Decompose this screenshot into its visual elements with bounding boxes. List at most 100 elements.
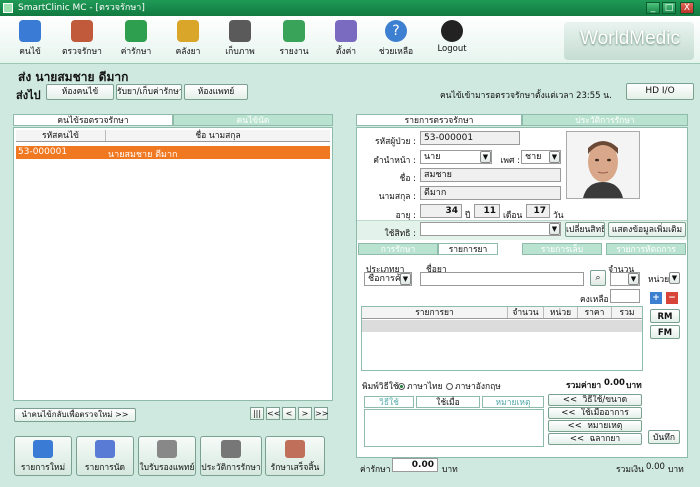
rights-select[interactable] bbox=[420, 222, 561, 236]
new-visit-button[interactable]: รายการใหม่ bbox=[14, 436, 72, 476]
button-label: ฉลากยา bbox=[589, 434, 621, 444]
spinner-icon[interactable]: ▼ bbox=[628, 273, 639, 285]
handshake-icon bbox=[285, 440, 305, 458]
toolbar-pharmacy-button[interactable]: คลังยา bbox=[162, 20, 214, 62]
medical-certificate-button[interactable]: ใบรับรองแพทย์ bbox=[138, 436, 196, 476]
add-icon[interactable]: + bbox=[650, 292, 662, 304]
usage-textarea[interactable] bbox=[364, 409, 544, 447]
tab-medicine-list[interactable]: รายการยา bbox=[438, 243, 498, 255]
new-document-icon bbox=[33, 440, 53, 458]
toolbar-label: คนไข้ bbox=[19, 47, 41, 57]
chevron-down-icon[interactable]: ▼ bbox=[549, 151, 560, 163]
appointment-list-button[interactable]: รายการนัด bbox=[76, 436, 134, 476]
rights-label: ใช้สิทธิ : bbox=[384, 229, 416, 239]
prefix-label: คำนำหน้า : bbox=[373, 156, 416, 166]
toolbar-report-button[interactable]: รายงาน bbox=[268, 20, 320, 62]
tab-nail-list[interactable]: รายการเล็บ bbox=[522, 243, 602, 255]
settings-icon bbox=[335, 20, 357, 42]
close-button[interactable]: X bbox=[680, 2, 694, 14]
treatment-history-button[interactable]: ประวัติการรักษา bbox=[200, 436, 262, 476]
use-when-symptom-button[interactable]: << ใช้เมื่ออาการ bbox=[548, 407, 642, 419]
col-patient-name: ชื่อ นามสกุล bbox=[195, 131, 241, 141]
tab-waiting-patients[interactable]: คนไข้รอตรวจรักษา bbox=[13, 114, 173, 126]
tab-usage[interactable]: วิธีใช้ bbox=[364, 396, 414, 408]
thai-radio[interactable]: ภาษาไทย bbox=[396, 379, 443, 393]
tab-use-when[interactable]: ใช้เมื่อ bbox=[416, 396, 480, 408]
last-page-button[interactable]: >> bbox=[314, 407, 328, 420]
toolbar-label: Logout bbox=[437, 44, 467, 54]
save-button[interactable]: บันทึก bbox=[648, 430, 680, 444]
send-to-label: ส่งไป bbox=[16, 89, 41, 102]
finish-treatment-button[interactable]: รักษาเสร็จสิ้น bbox=[265, 436, 325, 476]
usage-dosage-button[interactable]: << วิธีใช้/ขนาด bbox=[548, 394, 642, 406]
fee-input[interactable]: 0.00 bbox=[392, 458, 438, 472]
toolbar-label: ตั้งค่า bbox=[335, 47, 357, 57]
show-more-info-button[interactable]: แสดงข้อมูลเพิ่มเติม bbox=[608, 222, 686, 237]
grand-total-label: รวมเงิน bbox=[616, 465, 644, 475]
patient-id-label: รหัสผู้ป่วย : bbox=[374, 137, 416, 147]
toolbar-examine-button[interactable]: ตรวจรักษา bbox=[56, 20, 108, 62]
chevron-down-icon[interactable]: ▼ bbox=[549, 223, 560, 235]
tab-treatment-history[interactable]: ประวัติการรักษา bbox=[522, 114, 688, 126]
chevron-down-icon[interactable]: ▼ bbox=[480, 151, 491, 163]
tab-remark[interactable]: หมายเหตุ bbox=[482, 396, 544, 408]
doctor-icon bbox=[71, 20, 93, 42]
hd-io-button[interactable]: HD I/O bbox=[626, 83, 694, 100]
toolbar-help-button[interactable]: ? ช่วยเหลือ bbox=[370, 20, 422, 62]
tab-examination-list[interactable]: รายการตรวจรักษา bbox=[356, 114, 522, 126]
firstname-field[interactable]: สมชาย bbox=[420, 168, 561, 182]
button-label: วิธีใช้/ขนาด bbox=[582, 395, 628, 405]
tab-treatment[interactable]: การรักษา bbox=[358, 243, 438, 255]
next-button[interactable]: > bbox=[298, 407, 312, 420]
remark-button[interactable]: << หมายเหตุ bbox=[548, 420, 642, 432]
prev-button[interactable]: < bbox=[282, 407, 296, 420]
tab-appointment-patients[interactable]: คนไข้นัด bbox=[173, 114, 333, 126]
tab-procedure-list[interactable]: รายการหัตถการ bbox=[606, 243, 686, 255]
row-patient-code: 53-000001 bbox=[18, 147, 68, 157]
chevron-down-icon[interactable]: ▼ bbox=[400, 273, 411, 285]
med-total-value: 0.00 bbox=[604, 378, 625, 388]
col-med-name: รายการยา bbox=[362, 307, 508, 318]
bring-back-patient-button[interactable]: นำคนไข้กลับเพื่อตรวจใหม่ >> bbox=[14, 408, 136, 422]
help-icon: ? bbox=[385, 20, 407, 42]
rm-button[interactable]: RM bbox=[650, 309, 680, 323]
first-page-button[interactable]: ||| bbox=[250, 407, 264, 420]
maximize-button[interactable]: □ bbox=[662, 2, 676, 14]
prev-page-button[interactable]: << bbox=[266, 407, 280, 420]
toolbar-logout-button[interactable]: Logout bbox=[426, 20, 478, 62]
patient-icon bbox=[19, 20, 41, 42]
send-doctor-room-button[interactable]: ห้องแพทย์ bbox=[184, 84, 248, 100]
fm-button[interactable]: FM bbox=[650, 325, 680, 339]
lastname-field[interactable]: ดีมาก bbox=[420, 186, 561, 200]
patient-photo bbox=[566, 131, 640, 199]
table-row[interactable]: 53-000001 นายสมชาย ดีมาก bbox=[16, 146, 330, 160]
age-months-field: 11 bbox=[474, 204, 500, 218]
button-label: ใช้เมื่ออาการ bbox=[580, 408, 629, 418]
button-label: ประวัติการรักษา bbox=[201, 463, 261, 473]
change-rights-button[interactable]: เปลี่ยนสิทธิ bbox=[565, 222, 605, 237]
age-years-field: 34 bbox=[420, 204, 462, 218]
medicine-grid: รายการยา จำนวน หน่วย ราคา รวม bbox=[361, 306, 643, 371]
drug-label-button[interactable]: << ฉลากยา bbox=[548, 433, 642, 445]
chevron-down-icon[interactable]: ▼ bbox=[669, 272, 680, 284]
toolbar-camera-button[interactable]: เก็บภาพ bbox=[214, 20, 266, 62]
grand-total-unit: บาท bbox=[668, 465, 684, 475]
toolbar-billing-button[interactable]: ค่ารักษา bbox=[110, 20, 162, 62]
print-usage-label: พิมพ์วิธีใช้ bbox=[362, 382, 399, 392]
col-med-unit: หน่วย bbox=[544, 307, 578, 318]
search-icon[interactable]: ⌕ bbox=[590, 270, 606, 286]
table-row[interactable] bbox=[362, 320, 642, 332]
medicine-grid-header: รายการยา จำนวน หน่วย ราคา รวม bbox=[362, 307, 642, 319]
med-name-input[interactable] bbox=[420, 272, 584, 286]
patient-id-field[interactable]: 53-000001 bbox=[420, 131, 520, 145]
send-patient-room-button[interactable]: ห้องคนไข้ bbox=[46, 84, 114, 100]
waiting-list-header: รหัสคนไข้ ชื่อ นามสกุล bbox=[16, 130, 330, 142]
remove-icon[interactable]: − bbox=[666, 292, 678, 304]
app-icon bbox=[3, 3, 13, 13]
toolbar-settings-button[interactable]: ตั้งค่า bbox=[320, 20, 372, 62]
send-pharmacy-billing-button[interactable]: รับยา/เก็บค่ารักษา bbox=[116, 84, 182, 100]
english-radio[interactable]: ภาษาอังกฤษ bbox=[444, 379, 501, 393]
med-unit-select[interactable]: หน่วย bbox=[648, 272, 669, 286]
minimize-button[interactable]: _ bbox=[646, 2, 660, 14]
toolbar-patient-button[interactable]: คนไข้ bbox=[4, 20, 56, 62]
